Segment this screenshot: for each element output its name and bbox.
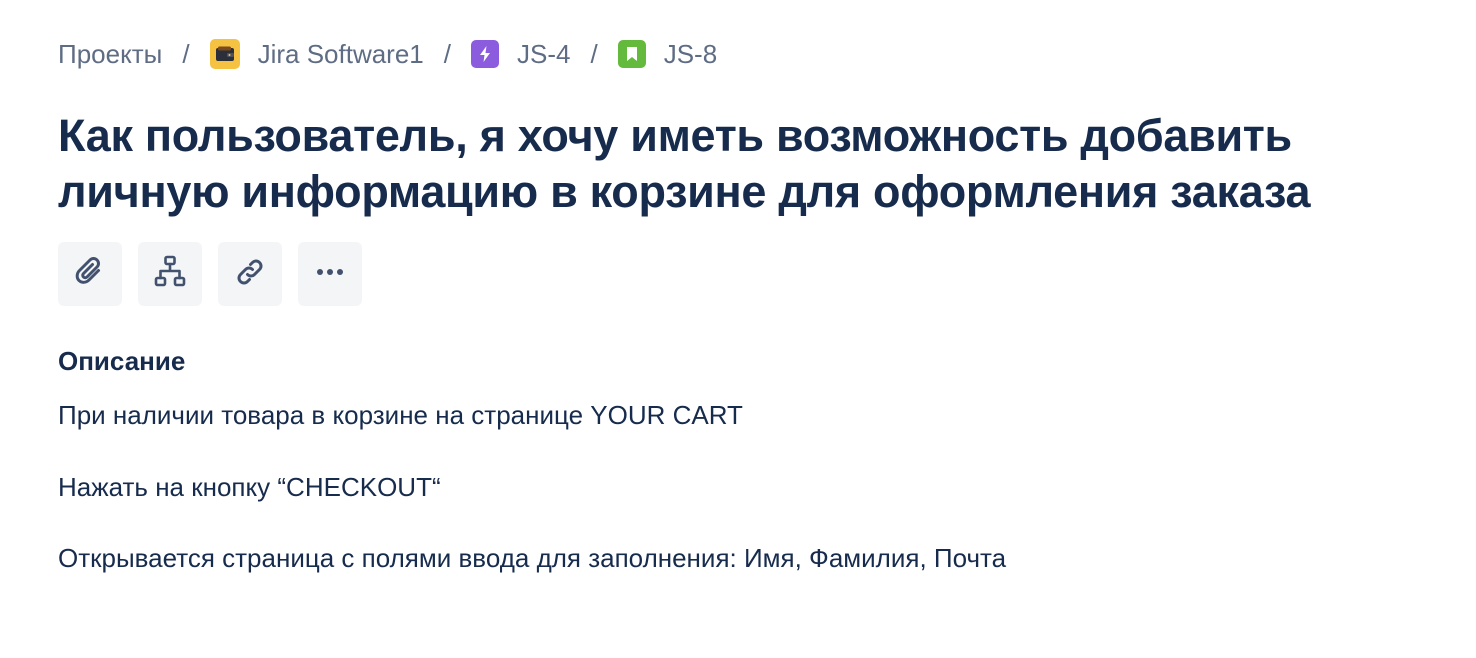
- issue-title[interactable]: Как пользователь, я хочу иметь возможнос…: [58, 108, 1398, 220]
- breadcrumb-project-label: Jira Software1: [257, 38, 424, 69]
- epic-lightning-icon: [471, 40, 499, 68]
- breadcrumb-project[interactable]: Jira Software1: [209, 38, 424, 70]
- breadcrumb-epic-label: JS-4: [517, 38, 571, 69]
- breadcrumb-epic[interactable]: JS-4: [471, 39, 570, 70]
- breadcrumb-projects-label: Проекты: [58, 38, 163, 69]
- attach-button[interactable]: [58, 242, 122, 306]
- more-actions-button[interactable]: [298, 242, 362, 306]
- issue-page: Проекты / Jira Software1 / JS-4 / JS-8 К…: [0, 0, 1476, 658]
- breadcrumb-issue-label: JS-8: [663, 38, 718, 69]
- description-paragraph[interactable]: Открывается страница с полями ввода для …: [58, 543, 1006, 574]
- breadcrumb-separator: /: [443, 38, 451, 69]
- description-paragraph[interactable]: При наличии товара в корзине на странице…: [58, 400, 743, 431]
- paperclip-icon: [70, 252, 110, 297]
- breadcrumb: Проекты / Jira Software1 / JS-4 / JS-8: [58, 36, 717, 72]
- link-icon: [230, 252, 270, 297]
- breadcrumb-separator: /: [590, 38, 598, 69]
- description-heading: Описание: [58, 346, 186, 376]
- add-child-issue-button[interactable]: [138, 242, 202, 306]
- story-bookmark-icon: [617, 40, 646, 68]
- breadcrumb-separator: /: [182, 38, 190, 69]
- more-icon: [310, 252, 350, 297]
- link-issue-button[interactable]: [218, 242, 282, 306]
- project-wallet-icon: [209, 39, 240, 69]
- description-paragraph[interactable]: Нажать на кнопку “CHECKOUT“: [58, 472, 441, 503]
- breadcrumb-projects[interactable]: Проекты: [58, 39, 162, 70]
- issue-toolbar: [58, 242, 362, 306]
- child-issues-icon: [150, 252, 190, 297]
- breadcrumb-issue[interactable]: JS-8: [617, 38, 718, 70]
